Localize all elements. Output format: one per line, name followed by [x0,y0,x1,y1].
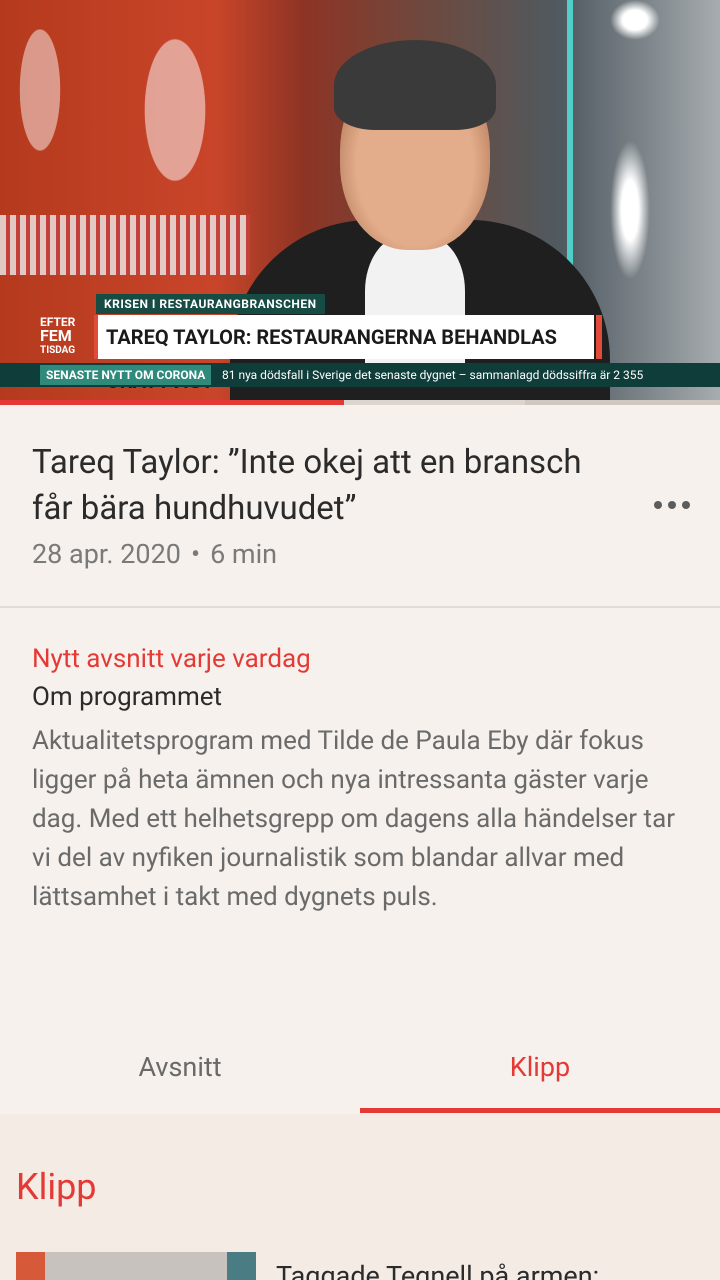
video-kicker: KRISEN I RESTAURANGBRANSCHEN [96,294,325,314]
about-program-heading: Om programmet [32,682,223,712]
video-progress-bar[interactable] [0,400,720,405]
program-logo: EFTER FEM TISDAG [40,316,90,362]
news-ticker: SENASTE NYTT OM CORONA 81 nya dödsfall i… [0,363,720,387]
more-dot-icon [668,501,676,509]
program-description: Aktualitetsprogram med Tilde de Paula Eb… [32,726,676,912]
video-player[interactable]: KRISEN I RESTAURANGBRANSCHEN EFTER FEM T… [0,0,720,400]
video-headline: TAREQ TAYLOR: RESTAURANGERNA BEHANDLAS O… [94,315,594,393]
logo-line-3: TISDAG [40,345,76,356]
more-options-button[interactable] [644,490,700,520]
episode-meta: 28 apr. 2020 • 6 min [32,538,277,570]
guest-hair [334,40,496,130]
more-dot-icon [682,501,690,509]
tab-clips[interactable]: Klipp [360,1030,720,1110]
schedule-label: Nytt avsnitt varje vardag [32,644,311,674]
clips-section-title: Klipp [16,1166,97,1208]
background-seat [0,215,250,275]
episode-duration: 6 min [210,538,278,570]
background-lamp [610,140,650,280]
video-progress-played [0,400,345,405]
clip-thumbnail[interactable] [16,1252,256,1280]
headline-accent [596,315,602,359]
logo-line-2: FEM [40,326,72,345]
content-tabs: Avsnitt Klipp [0,1030,720,1114]
active-tab-indicator [360,1108,720,1113]
episode-date: 28 apr. 2020 [32,538,181,570]
episode-title: Tareq Taylor: ”Inte okej att en bransch … [32,443,582,528]
divider [0,606,720,608]
background-lamp-top [610,0,660,40]
ticker-label: SENASTE NYTT OM CORONA [40,365,212,385]
video-progress-buffered [524,400,720,405]
separator-dot: • [190,538,201,570]
tab-episodes[interactable]: Avsnitt [0,1030,360,1110]
ticker-text: 81 nya dödsfall i Sverige det senaste dy… [222,368,644,382]
more-dot-icon [654,501,662,509]
clip-title[interactable]: Taggade Tegnell på armen: [276,1260,599,1280]
